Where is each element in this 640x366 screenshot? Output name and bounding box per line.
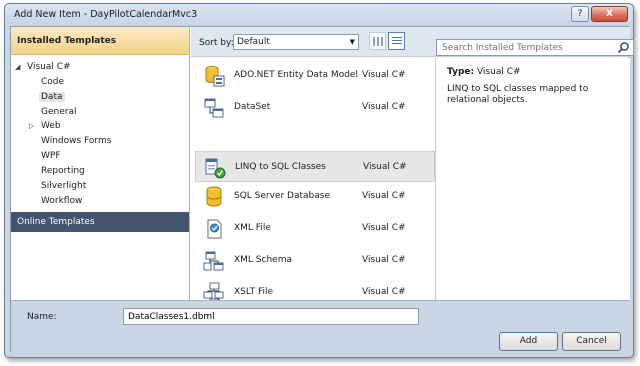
template-language: Visual C# [362, 255, 406, 265]
template-language: Visual C# [362, 191, 406, 201]
tree-item-label: Data [39, 92, 65, 102]
search-input[interactable] [437, 40, 615, 55]
tree-item-label: Code [41, 77, 65, 87]
tree-item-label: Workflow [41, 196, 83, 206]
title-bar[interactable]: Add New Item - DayPilotCalendarMvc3 ? X [5, 4, 633, 26]
search-installed-templates[interactable] [436, 39, 634, 56]
tree-item-label: Windows Forms [41, 136, 112, 146]
item-name-input[interactable] [123, 308, 419, 325]
linq-to-sql-icon [205, 158, 226, 179]
tree-item-label: Reporting [41, 166, 85, 176]
online-templates-header[interactable]: Online Templates [11, 212, 189, 232]
search-icon[interactable] [617, 41, 630, 54]
template-language: Visual C# [363, 162, 407, 172]
template-name: ADO.NET Entity Data Model [234, 70, 358, 80]
sort-by-label: Sort by: [199, 38, 234, 48]
template-name: SQL Server Database [234, 191, 330, 201]
cancel-button[interactable]: Cancel [562, 332, 621, 351]
template-list: ADO.NET Entity Data Model Visual C# Data… [191, 58, 436, 304]
installed-templates-label: Installed Templates [17, 36, 117, 46]
tree-item-label: Visual C# [27, 62, 71, 72]
name-label: Name: [27, 312, 57, 322]
medium-icons-view-button[interactable] [369, 32, 386, 50]
online-templates-label: Online Templates [17, 217, 95, 227]
window-title: Add New Item - DayPilotCalendarMvc3 [14, 9, 198, 20]
list-view-button[interactable] [388, 32, 405, 50]
template-details-pane: Type: Visual C# LINQ to SQL classes mapp… [437, 58, 630, 300]
tree-item-label: WPF [41, 151, 61, 161]
template-row-xml-file[interactable]: XML File Visual C# [195, 213, 435, 244]
tree-item-silverlight[interactable]: Silverlight [41, 179, 86, 193]
tree-item-reporting[interactable]: Reporting [41, 164, 85, 178]
collapsed-arrow-icon[interactable]: ▷ [29, 119, 34, 133]
sort-by-value: Default [237, 37, 270, 47]
dialog-footer: Name: Add Cancel [11, 300, 630, 353]
template-language: Visual C# [362, 102, 406, 112]
type-label: Type: [447, 67, 475, 77]
tree-item-label: Silverlight [41, 181, 87, 191]
tree-item-data[interactable]: Data [39, 90, 65, 104]
template-row-ado-net-entity-data-model[interactable]: ADO.NET Entity Data Model Visual C# [195, 60, 435, 91]
installed-templates-header[interactable]: Installed Templates [11, 27, 189, 55]
help-button[interactable]: ? [571, 6, 589, 22]
template-type-row: Type: Visual C# [447, 67, 521, 77]
xml-file-icon [207, 219, 222, 239]
dialog-content: Installed Templates ◢ Visual C# Code Dat… [10, 26, 634, 353]
add-button[interactable]: Add [499, 332, 558, 351]
template-row-linq-to-sql-classes[interactable]: LINQ to SQL Classes Visual C# [195, 151, 435, 182]
entity-model-icon [205, 66, 225, 87]
chevron-down-icon: ▼ [349, 38, 355, 46]
tree-item-windows-forms[interactable]: Windows Forms [41, 134, 111, 148]
template-language: Visual C# [362, 287, 406, 297]
template-name: DataSet [234, 102, 271, 112]
close-button[interactable]: X [591, 6, 628, 22]
template-name: LINQ to SQL Classes [235, 162, 326, 172]
database-icon [206, 186, 222, 207]
dataset-icon [204, 98, 224, 118]
tree-item-label: General [41, 107, 77, 117]
list-view-icon [392, 37, 402, 46]
template-name: XML Schema [234, 255, 292, 265]
grid-view-icon [373, 37, 383, 46]
type-value: Visual C# [476, 67, 521, 77]
expanded-arrow-icon[interactable]: ◢ [15, 60, 20, 74]
template-name: XML File [234, 223, 271, 233]
template-language: Visual C# [362, 223, 406, 233]
template-language: Visual C# [362, 70, 406, 80]
tree-item-general[interactable]: General [41, 105, 76, 119]
add-new-item-dialog: Add New Item - DayPilotCalendarMvc3 ? X … [4, 3, 634, 358]
sort-by-dropdown[interactable]: Default ▼ [233, 34, 359, 50]
tree-item-wpf[interactable]: WPF [41, 149, 61, 163]
xml-schema-icon [203, 251, 224, 271]
tree-item-label: Web [41, 121, 61, 131]
tree-item-workflow[interactable]: Workflow [41, 194, 82, 208]
template-row-dataset[interactable]: DataSet Visual C# [195, 92, 435, 123]
template-row-sql-server-database[interactable]: SQL Server Database Visual C# [195, 181, 435, 212]
tree-item-code[interactable]: Code [41, 75, 64, 89]
template-name: XSLT File [234, 287, 274, 297]
template-description: LINQ to SQL classes mapped to relational… [447, 84, 589, 105]
template-row-xml-schema[interactable]: XML Schema Visual C# [195, 245, 435, 276]
templates-sidebar: Installed Templates ◢ Visual C# Code Dat… [11, 27, 190, 300]
